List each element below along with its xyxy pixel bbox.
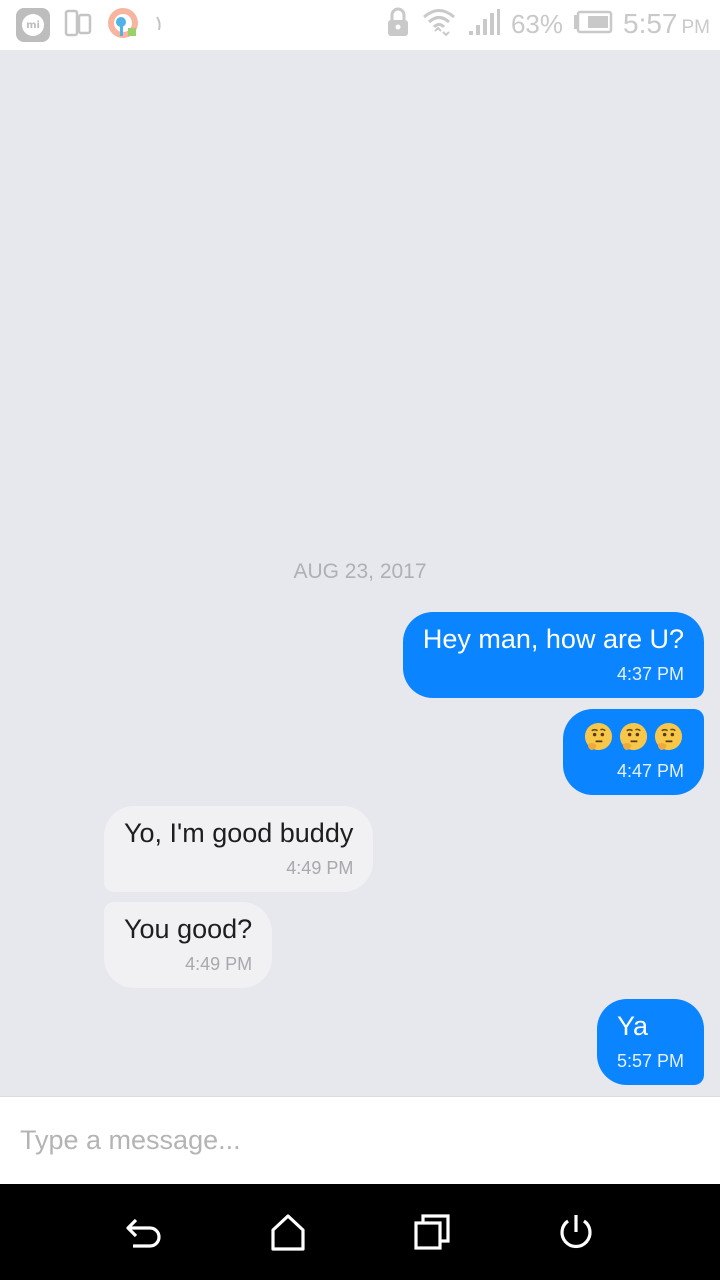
browser-icon <box>106 6 140 44</box>
clock-ampm: PM <box>681 17 711 38</box>
thinking-face-icon <box>584 722 613 750</box>
message-text: Ya <box>616 1011 648 1041</box>
status-right-icons: 63% 5:57 PM <box>385 4 710 44</box>
message-text: You good? <box>124 914 253 944</box>
message-input[interactable] <box>20 1117 700 1163</box>
message-time: 4:49 PM <box>185 954 253 974</box>
thinking-face-icon <box>654 722 683 750</box>
message-composer <box>0 1096 720 1184</box>
clock-time: 5:57 <box>623 8 678 39</box>
emoji-message <box>583 719 684 753</box>
cell-signal-icon <box>467 7 501 41</box>
battery-percent: 63% <box>510 8 563 39</box>
recents-icon[interactable] <box>412 1212 452 1252</box>
lock-icon <box>385 6 411 42</box>
mi-icon: mi <box>16 8 50 42</box>
home-icon[interactable] <box>268 1212 308 1252</box>
message-text: Hey man, how are U? <box>422 624 684 654</box>
back-icon[interactable] <box>124 1212 164 1252</box>
status-clock: 5:57 PM <box>623 8 710 40</box>
message-time: 4:37 PM <box>616 664 684 684</box>
system-nav-bar <box>0 1184 720 1280</box>
battery-icon <box>573 10 613 38</box>
signal-fragment-icon <box>154 8 166 42</box>
message-bubble-outgoing[interactable]: Hey man, how are U? 4:37 PM <box>402 612 704 698</box>
message-time: 5:57 PM <box>616 1051 684 1071</box>
power-icon[interactable] <box>556 1212 596 1252</box>
status-bar: mi 63% 5:57 PM <box>0 0 720 50</box>
message-text: Yo, I'm good buddy <box>124 818 354 848</box>
message-bubble-incoming[interactable]: Yo, I'm good buddy 4:49 PM <box>104 806 374 892</box>
message-time: 4:49 PM <box>286 858 354 878</box>
message-bubble-incoming[interactable]: You good? 4:49 PM <box>104 902 273 988</box>
dual-window-icon <box>64 8 92 42</box>
status-left-icons: mi <box>16 8 166 42</box>
thinking-face-icon <box>619 722 648 750</box>
message-time: 4:47 PM <box>616 761 684 781</box>
message-bubble-outgoing[interactable]: Ya 5:57 PM <box>596 999 704 1085</box>
message-bubble-outgoing[interactable]: 4:47 PM <box>563 709 704 795</box>
chat-thread[interactable]: AUG 23, 2017 Hey man, how are U? 4:37 PM… <box>0 50 720 1096</box>
date-divider: AUG 23, 2017 <box>293 560 427 583</box>
wifi-icon <box>421 6 457 42</box>
